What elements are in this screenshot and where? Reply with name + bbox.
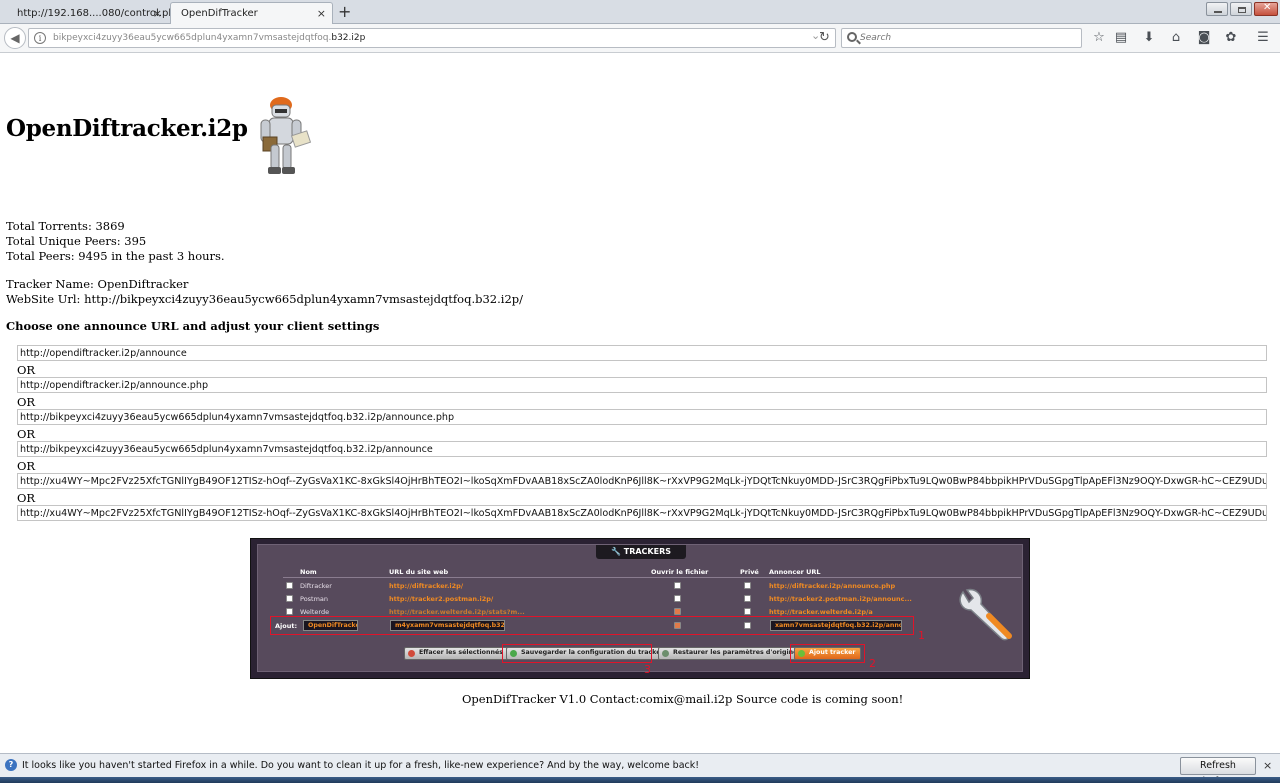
tracker-settings-panel: 🔧 TRACKERS Nom URL du site web Ouvrir le…	[257, 544, 1023, 676]
column-announce: Annoncer URL	[769, 568, 821, 576]
column-open-file: Ouvrir le fichier	[651, 568, 709, 576]
tracker-row-announce: http://tracker2.postman.i2p/announc...	[769, 595, 912, 603]
annotation-box	[502, 644, 652, 663]
close-icon[interactable]: ×	[153, 7, 162, 20]
tab-label: OpenDifTracker	[181, 8, 258, 19]
annotation-box	[270, 616, 914, 635]
or-separator: OR	[17, 395, 36, 409]
help-icon: ?	[5, 759, 17, 771]
page-content: OpenDiftracker.i2p Total Torrents: 3869 …	[0, 54, 1280, 753]
url-text: bikpeyxci4zuyy36eau5ycw665dplun4yxamn7vm…	[53, 33, 366, 43]
total-unique-peers: Total Unique Peers: 395	[6, 234, 147, 248]
divider	[283, 577, 1021, 578]
notification-bar: ? It looks like you haven't started Fire…	[0, 753, 1280, 783]
column-name: Nom	[300, 568, 317, 576]
search-bar[interactable]	[841, 28, 1082, 48]
os-taskbar	[0, 777, 1280, 783]
bookmark-star-icon[interactable]: ☆	[1090, 29, 1108, 47]
restore-defaults-button: Restaurer les paramètres d'origine	[658, 647, 803, 660]
tab-control-php[interactable]: http://192.168....080/control.php ×	[6, 2, 181, 24]
or-separator: OR	[17, 363, 36, 377]
or-separator: OR	[17, 459, 36, 473]
or-separator: OR	[17, 427, 36, 441]
tracker-row-announce: http://diftracker.i2p/announce.php	[769, 582, 896, 590]
tab-strip: http://192.168....080/control.php × Open…	[0, 0, 1280, 24]
total-torrents: Total Torrents: 3869	[6, 219, 125, 233]
private-checkbox	[744, 595, 751, 602]
open-file-checkbox	[674, 595, 681, 602]
announce-url-field[interactable]: http://bikpeyxci4zuyy36eau5ycw665dplun4y…	[17, 409, 1267, 425]
reading-list-icon[interactable]: ▤	[1112, 29, 1130, 47]
page-title: OpenDiftracker.i2p	[6, 115, 248, 142]
annotation-number: 2	[869, 657, 876, 670]
robot-mascot-image	[260, 97, 312, 174]
home-icon[interactable]: ⌂	[1167, 29, 1185, 47]
column-private: Privé	[740, 568, 759, 576]
minimize-button[interactable]	[1206, 2, 1228, 16]
tracker-row-url: http://tracker.welterde.i2p/stats?m...	[389, 608, 525, 616]
tracker-row-url: http://diftracker.i2p/	[389, 582, 464, 590]
extension-icon[interactable]: ✿	[1222, 29, 1240, 47]
info-icon[interactable]: i	[34, 32, 46, 44]
annotation-number: 3	[644, 663, 651, 676]
private-checkbox	[744, 582, 751, 589]
announce-url-field[interactable]: http://opendiftracker.i2p/announce	[17, 345, 1267, 361]
total-peers: Total Peers: 9495 in the past 3 hours.	[6, 249, 225, 263]
tracker-row-name: Welterde	[300, 608, 330, 616]
tracker-row-announce: http://tracker.welterde.i2p/a	[769, 608, 873, 616]
menu-icon[interactable]: ☰	[1254, 29, 1272, 47]
wrench-icon	[959, 588, 1012, 641]
tab-opendiftracker[interactable]: OpenDifTracker ×	[170, 2, 333, 24]
back-arrow-icon: ◀	[10, 31, 20, 45]
tracker-row-url: http://tracker2.postman.i2p/	[389, 595, 494, 603]
announce-url-field[interactable]: http://xu4WY~Mpc2FVz25XfcTGNlIYgB49OF12T…	[17, 473, 1267, 489]
search-icon	[847, 32, 857, 42]
column-url: URL du site web	[389, 568, 449, 576]
notification-text: It looks like you haven't started Firefo…	[22, 760, 700, 771]
new-tab-button[interactable]: +	[338, 2, 351, 21]
row-select-checkbox	[286, 582, 293, 589]
close-icon[interactable]: ×	[1263, 759, 1272, 772]
close-icon: ✕	[1263, 2, 1272, 13]
page-footer: OpenDifTracker V1.0 Contact:comix@mail.i…	[462, 692, 904, 706]
tracker-name: Tracker Name: OpenDiftracker	[6, 277, 189, 291]
tracker-row-name: Diftracker	[300, 582, 332, 590]
annotation-box	[790, 644, 865, 663]
reload-icon[interactable]: ↻	[819, 30, 830, 45]
back-button[interactable]: ◀	[4, 27, 26, 49]
row-select-checkbox	[286, 608, 293, 615]
minimize-icon	[1214, 7, 1222, 13]
announce-url-field[interactable]: http://xu4WY~Mpc2FVz25XfcTGNlIYgB49OF12T…	[17, 505, 1267, 521]
tracker-row-name: Postman	[300, 595, 329, 603]
open-file-checkbox	[674, 582, 681, 589]
pocket-icon[interactable]: ◙	[1195, 29, 1213, 47]
choose-announce-heading: Choose one announce URL and adjust your …	[6, 319, 380, 333]
navigation-toolbar: ◀ i bikpeyxci4zuyy36eau5ycw665dplun4yxam…	[0, 24, 1280, 53]
tracker-settings-image: 🔧 TRACKERS Nom URL du site web Ouvrir le…	[250, 538, 1030, 679]
or-separator: OR	[17, 491, 36, 505]
private-checkbox	[744, 608, 751, 615]
delete-selected-button: Effacer les sélectionnés	[404, 647, 508, 660]
maximize-icon	[1238, 7, 1246, 13]
announce-url-field[interactable]: http://bikpeyxci4zuyy36eau5ycw665dplun4y…	[17, 441, 1267, 457]
website-url: WebSite Url: http://bikpeyxci4zuyy36eau5…	[6, 292, 523, 306]
annotation-number: 1	[918, 629, 925, 642]
maximize-button[interactable]	[1230, 2, 1252, 16]
url-bar[interactable]: i bikpeyxci4zuyy36eau5ycw665dplun4yxamn7…	[28, 28, 836, 48]
open-file-checkbox	[674, 608, 681, 615]
announce-url-field[interactable]: http://opendiftracker.i2p/announce.php	[17, 377, 1267, 393]
refresh-firefox-button[interactable]: Refresh Firefox...	[1180, 757, 1256, 783]
search-input[interactable]	[860, 30, 1070, 46]
window-close-button[interactable]: ✕	[1254, 2, 1278, 16]
row-select-checkbox	[286, 595, 293, 602]
trackers-header: 🔧 TRACKERS	[596, 545, 686, 559]
close-icon[interactable]: ×	[317, 7, 326, 20]
download-icon[interactable]: ⬇	[1140, 29, 1158, 47]
